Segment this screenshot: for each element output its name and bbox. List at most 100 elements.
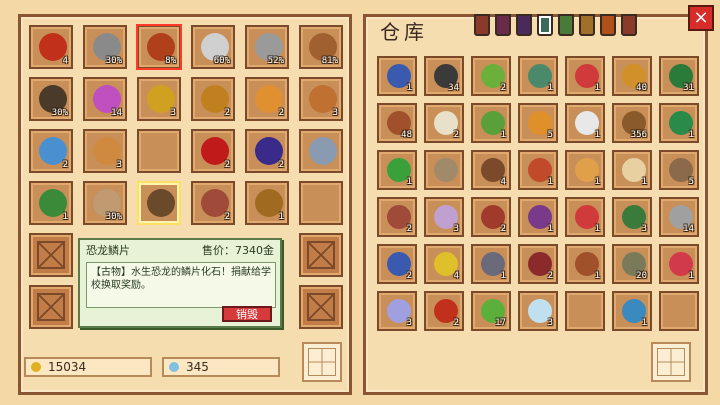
- storage-tab[interactable]: [600, 14, 616, 36]
- inventory-slot[interactable]: 2: [191, 77, 235, 121]
- warehouse-slot[interactable]: 4: [471, 150, 511, 190]
- item-quantity: 3: [116, 160, 122, 170]
- warehouse-slot[interactable]: 5: [518, 103, 558, 143]
- warehouse-slot[interactable]: 1: [612, 150, 652, 190]
- item-quantity: 3: [170, 108, 176, 118]
- item-quantity: 40: [636, 83, 647, 93]
- storage-tab[interactable]: [495, 14, 511, 36]
- inventory-slot[interactable]: 1: [29, 181, 73, 225]
- warehouse-slot[interactable]: 48: [377, 103, 417, 143]
- warehouse-slot[interactable]: 1: [612, 291, 652, 331]
- warehouse-slot[interactable]: 1: [518, 56, 558, 96]
- inventory-slot[interactable]: [137, 129, 181, 173]
- warehouse-slot[interactable]: 356: [612, 103, 652, 143]
- inventory-locked-slot[interactable]: [29, 285, 73, 329]
- item-quantity: 1: [62, 212, 68, 222]
- inventory-slot[interactable]: 3: [299, 77, 343, 121]
- item-quantity: 1: [278, 212, 284, 222]
- item-quantity: 48: [401, 130, 412, 140]
- warehouse-slot[interactable]: 2: [377, 197, 417, 237]
- warehouse-slot[interactable]: 2: [424, 291, 464, 331]
- warehouse-slot[interactable]: 1: [518, 150, 558, 190]
- warehouse-slot[interactable]: 5: [659, 150, 699, 190]
- storage-tab[interactable]: [537, 14, 553, 36]
- warehouse-slot[interactable]: 1: [565, 150, 605, 190]
- storage-tab[interactable]: [558, 14, 574, 36]
- inventory-slot[interactable]: 52%: [245, 25, 289, 69]
- inventory-slot[interactable]: 30%: [29, 77, 73, 121]
- warehouse-slot[interactable]: [565, 291, 605, 331]
- item-quantity: 5: [688, 177, 694, 187]
- warehouse-slot[interactable]: 2: [471, 56, 511, 96]
- warehouse-slot[interactable]: 20: [612, 244, 652, 284]
- storage-tab[interactable]: [621, 14, 637, 36]
- inventory-slot[interactable]: 81%: [299, 25, 343, 69]
- gem-counter: 345: [162, 357, 280, 377]
- storage-tab[interactable]: [516, 14, 532, 36]
- item-quantity: 1: [641, 177, 647, 187]
- destroy-button[interactable]: 销毁: [222, 306, 272, 322]
- inventory-slot[interactable]: 4: [29, 25, 73, 69]
- warehouse-slot[interactable]: 1: [565, 103, 605, 143]
- storage-tab[interactable]: [579, 14, 595, 36]
- warehouse-slot[interactable]: 4: [424, 244, 464, 284]
- item-quantity: 30%: [51, 108, 68, 118]
- inventory-slot[interactable]: 1: [245, 181, 289, 225]
- item-quantity: 17: [495, 318, 506, 328]
- warehouse-slot[interactable]: 1: [377, 150, 417, 190]
- warehouse-slot[interactable]: 1: [565, 56, 605, 96]
- warehouse-slot[interactable]: 1: [565, 244, 605, 284]
- inventory-slot[interactable]: 2: [191, 181, 235, 225]
- item-quantity: 2: [500, 224, 506, 234]
- inventory-slot[interactable]: 60%: [191, 25, 235, 69]
- storage-tab[interactable]: [474, 14, 490, 36]
- inventory-locked-slot[interactable]: [299, 285, 343, 329]
- inventory-slot[interactable]: 2: [245, 77, 289, 121]
- inventory-locked-slot[interactable]: [299, 233, 343, 277]
- warehouse-slot[interactable]: [659, 291, 699, 331]
- warehouse-slot[interactable]: 3: [518, 291, 558, 331]
- warehouse-slot[interactable]: 1: [471, 244, 511, 284]
- inventory-trash-slot[interactable]: [302, 342, 342, 382]
- warehouse-trash-slot[interactable]: [651, 342, 691, 382]
- inventory-slot[interactable]: [137, 181, 181, 225]
- inventory-slot[interactable]: 2: [29, 129, 73, 173]
- item-quantity: 1: [641, 318, 647, 328]
- inventory-slot[interactable]: 2: [245, 129, 289, 173]
- warehouse-slot[interactable]: 1: [518, 197, 558, 237]
- inventory-slot[interactable]: [299, 129, 343, 173]
- warehouse-slot[interactable]: 34: [424, 56, 464, 96]
- close-button[interactable]: ×: [688, 5, 714, 31]
- warehouse-slot[interactable]: 40: [612, 56, 652, 96]
- inventory-slot[interactable]: 30%: [83, 181, 127, 225]
- inventory-slot[interactable]: 3: [83, 129, 127, 173]
- warehouse-slot[interactable]: 2: [518, 244, 558, 284]
- warehouse-slot[interactable]: 3: [612, 197, 652, 237]
- item-quantity: 3: [453, 224, 459, 234]
- inventory-slot[interactable]: 8%: [136, 24, 182, 70]
- inventory-locked-slot[interactable]: [29, 233, 73, 277]
- inventory-slot[interactable]: 30%: [83, 25, 127, 69]
- warehouse-slot[interactable]: 3: [377, 291, 417, 331]
- warehouse-slot[interactable]: [424, 150, 464, 190]
- item-quantity: 52%: [267, 56, 284, 66]
- item-quantity: 2: [500, 83, 506, 93]
- item-quantity: 34: [448, 83, 459, 93]
- inventory-slot[interactable]: 3: [137, 77, 181, 121]
- warehouse-slot[interactable]: 1: [659, 103, 699, 143]
- warehouse-slot[interactable]: 2: [424, 103, 464, 143]
- warehouse-slot[interactable]: 3: [424, 197, 464, 237]
- warehouse-slot[interactable]: 1: [659, 244, 699, 284]
- warehouse-slot[interactable]: 2: [471, 197, 511, 237]
- inventory-slot[interactable]: 2: [191, 129, 235, 173]
- warehouse-slot[interactable]: 1: [565, 197, 605, 237]
- warehouse-slot[interactable]: 14: [659, 197, 699, 237]
- item-quantity: 5: [547, 130, 553, 140]
- inventory-slot[interactable]: [299, 181, 343, 225]
- warehouse-slot[interactable]: 31: [659, 56, 699, 96]
- warehouse-slot[interactable]: 1: [471, 103, 511, 143]
- warehouse-slot[interactable]: 2: [377, 244, 417, 284]
- warehouse-slot[interactable]: 1: [377, 56, 417, 96]
- warehouse-slot[interactable]: 17: [471, 291, 511, 331]
- inventory-slot[interactable]: 14: [83, 77, 127, 121]
